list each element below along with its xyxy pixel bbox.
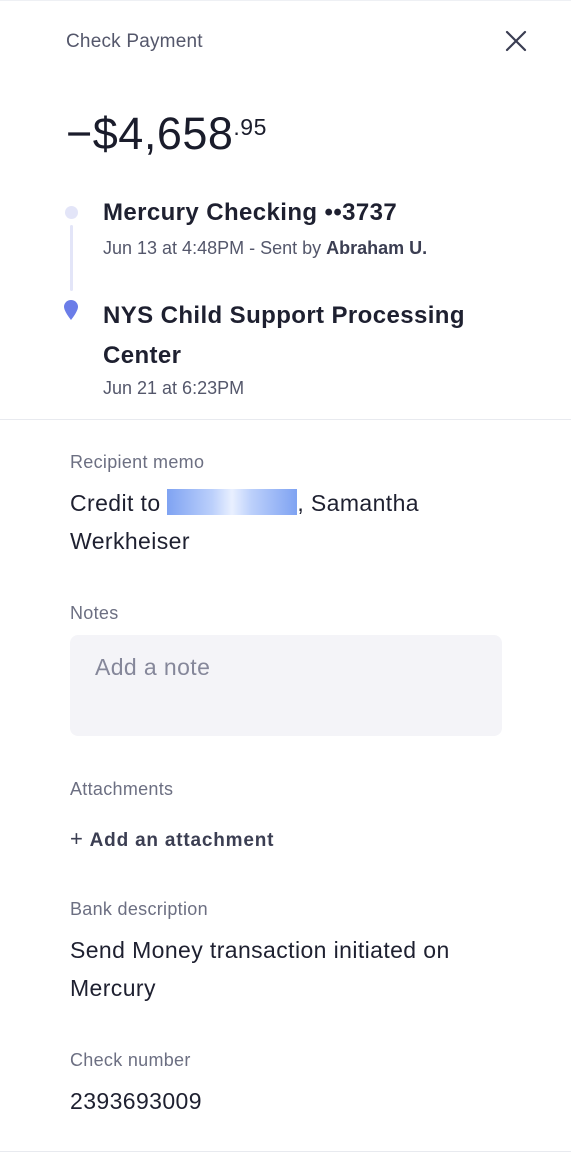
plus-icon: + xyxy=(70,826,84,851)
attachments-label: Attachments xyxy=(70,779,174,799)
recipient-memo-label: Recipient memo xyxy=(70,452,205,472)
recipient-memo-value: Credit to , Samantha Werkheiser xyxy=(70,484,500,560)
timeline-start-dot xyxy=(65,206,78,219)
location-pin-icon xyxy=(64,300,78,320)
section-divider xyxy=(0,419,571,420)
note-placeholder: Add a note xyxy=(95,654,211,680)
sender-name: Abraham U. xyxy=(326,238,428,258)
memo-prefix: Credit to xyxy=(70,490,168,516)
close-icon xyxy=(505,30,527,52)
close-button[interactable] xyxy=(503,28,529,54)
sent-date: Jun 13 at 4:48PM - Sent by xyxy=(103,238,327,258)
source-details: Jun 13 at 4:48PM - Sent by Abraham U. xyxy=(103,236,427,260)
amount-cents: .95 xyxy=(233,114,267,140)
bank-description-value: Send Money transaction initiated on Merc… xyxy=(70,937,450,1001)
delivery-date: Jun 21 at 6:23PM xyxy=(103,378,245,398)
add-attachment-button[interactable]: + Add an attachment xyxy=(70,827,274,853)
source-account: Mercury Checking ••3737 xyxy=(103,199,398,226)
payment-amount: −$4,658.95 xyxy=(66,108,267,160)
top-border xyxy=(0,0,571,1)
payment-timeline: Mercury Checking ••3737 Jun 13 at 4:48PM… xyxy=(0,190,571,410)
note-input[interactable]: Add a note xyxy=(70,635,502,736)
panel-title: Check Payment xyxy=(66,31,203,52)
recipient-name: NYS Child Support Processing Center xyxy=(103,302,465,369)
check-number-value: 2393693009 xyxy=(70,1088,202,1114)
timeline-connector xyxy=(70,225,73,291)
amount-main: −$4,658 xyxy=(66,108,234,159)
notes-label: Notes xyxy=(70,603,119,623)
add-attachment-label: Add an attachment xyxy=(89,830,275,851)
redacted-block xyxy=(167,489,298,515)
panel-header: Check Payment xyxy=(66,30,543,54)
bank-description-label: Bank description xyxy=(70,899,208,919)
bottom-border xyxy=(0,1151,571,1152)
check-number-label: Check number xyxy=(70,1050,191,1070)
